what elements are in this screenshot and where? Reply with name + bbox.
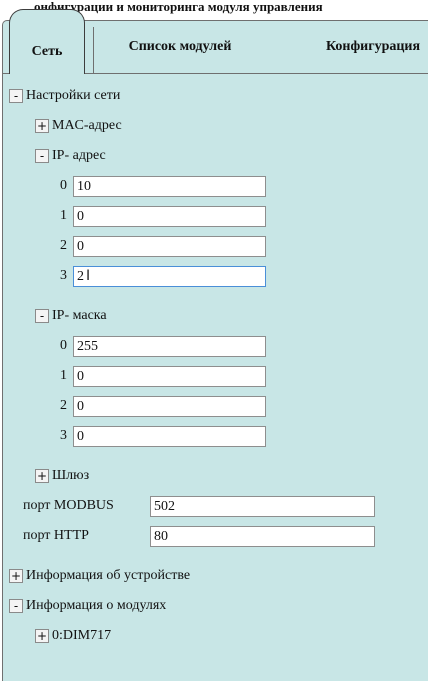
- mask-octet-field-0[interactable]: [73, 336, 266, 357]
- ip-octet-index-3: 3: [60, 268, 67, 283]
- tree-node-ip-mask: - IP- маска: [35, 305, 107, 327]
- tab-module-list[interactable]: Список модулей: [103, 22, 257, 71]
- collapse-toggle-network-settings[interactable]: -: [9, 88, 23, 103]
- module-0-label: 0:DIM717: [52, 628, 112, 643]
- expand-toggle-device-info[interactable]: +: [9, 568, 23, 583]
- expand-toggle-gateway[interactable]: +: [35, 468, 49, 483]
- mask-octet-field-2[interactable]: [73, 396, 266, 417]
- modbus-port-field[interactable]: [150, 496, 375, 517]
- ip-octet-field-0[interactable]: [73, 176, 266, 197]
- tab-network[interactable]: Сеть: [9, 9, 85, 74]
- ip-octet-field-3[interactable]: [73, 266, 266, 287]
- mask-octet-field-1[interactable]: [73, 366, 266, 387]
- tree-node-network-settings: - Настройки сети: [9, 85, 120, 107]
- http-port-label: порт HTTP: [23, 528, 89, 543]
- collapse-toggle-ip-mask[interactable]: -: [35, 308, 49, 323]
- http-port-field[interactable]: [150, 526, 375, 547]
- modbus-port-label: порт MODBUS: [23, 498, 114, 513]
- ip-octet-field-2[interactable]: [73, 236, 266, 257]
- tab-divider: [93, 27, 94, 73]
- device-info-label: Информация об устройстве: [26, 568, 191, 583]
- tree-node-mac-address: + MAC-адрес: [35, 115, 122, 137]
- mask-octet-index-3: 3: [60, 428, 67, 443]
- ip-octet-index-0: 0: [60, 178, 67, 193]
- page-caption: онфигурации и мониторинга модуля управле…: [34, 0, 323, 14]
- ip-address-label: IP- адрес: [52, 148, 106, 163]
- gateway-label: Шлюз: [52, 468, 90, 483]
- expand-toggle-mac-address[interactable]: +: [35, 118, 49, 133]
- tab-configuration[interactable]: Конфигурация: [293, 22, 428, 71]
- ip-octet-index-1: 1: [60, 208, 67, 223]
- collapse-toggle-modules-info[interactable]: -: [9, 598, 23, 613]
- mask-octet-index-0: 0: [60, 338, 67, 353]
- tree-node-module-0: +0:DIM717: [35, 625, 111, 647]
- mask-octet-index-1: 1: [60, 368, 67, 383]
- tab-bar: Сеть Список модулей Конфигурация: [3, 9, 428, 74]
- ip-octet-index-2: 2: [60, 238, 67, 253]
- mask-octet-field-3[interactable]: [73, 426, 266, 447]
- network-panel: Сеть Список модулей Конфигурация - Настро…: [2, 9, 428, 681]
- tree-node-ip-address: - IP- адрес: [35, 145, 106, 167]
- tree-node-gateway: + Шлюз: [35, 465, 89, 487]
- ip-mask-label: IP- маска: [52, 308, 107, 323]
- tree-node-modules-info: - Информация о модулях: [9, 595, 166, 617]
- expand-toggle-module-0[interactable]: +: [35, 628, 49, 643]
- collapse-toggle-ip-address[interactable]: -: [35, 148, 49, 163]
- tree-node-device-info: + Информация об устройстве: [9, 565, 190, 587]
- modules-info-label: Информация о модулях: [26, 598, 167, 613]
- text-cursor-icon: I: [86, 268, 91, 284]
- ip-octet-field-1[interactable]: [73, 206, 266, 227]
- network-settings-label: Настройки сети: [26, 88, 121, 103]
- mac-address-label: MAC-адрес: [52, 118, 122, 133]
- mask-octet-index-2: 2: [60, 398, 67, 413]
